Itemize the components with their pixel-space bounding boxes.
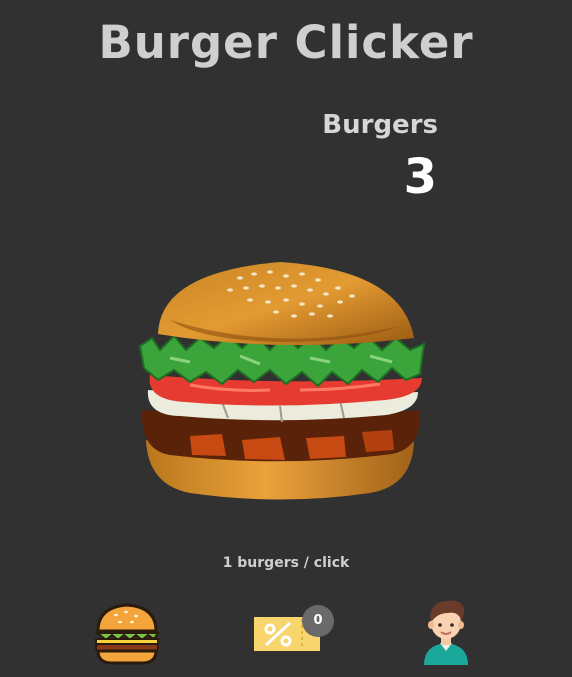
burger-count-label: Burgers bbox=[322, 110, 438, 140]
app-title: Burger Clicker bbox=[98, 16, 474, 69]
coupon-count-badge: 0 bbox=[302, 605, 334, 637]
big-burger-button[interactable] bbox=[130, 250, 430, 510]
profile-icon bbox=[424, 600, 468, 665]
burger-count-value: 3 bbox=[403, 149, 437, 205]
burgers-per-click: 1 burgers / click bbox=[222, 555, 350, 571]
nav-burger-button[interactable] bbox=[92, 603, 162, 665]
big-burger-icon bbox=[138, 262, 426, 500]
nav-profile-button[interactable] bbox=[418, 595, 474, 665]
bottom-nav bbox=[0, 595, 572, 677]
burger-icon bbox=[95, 603, 160, 665]
